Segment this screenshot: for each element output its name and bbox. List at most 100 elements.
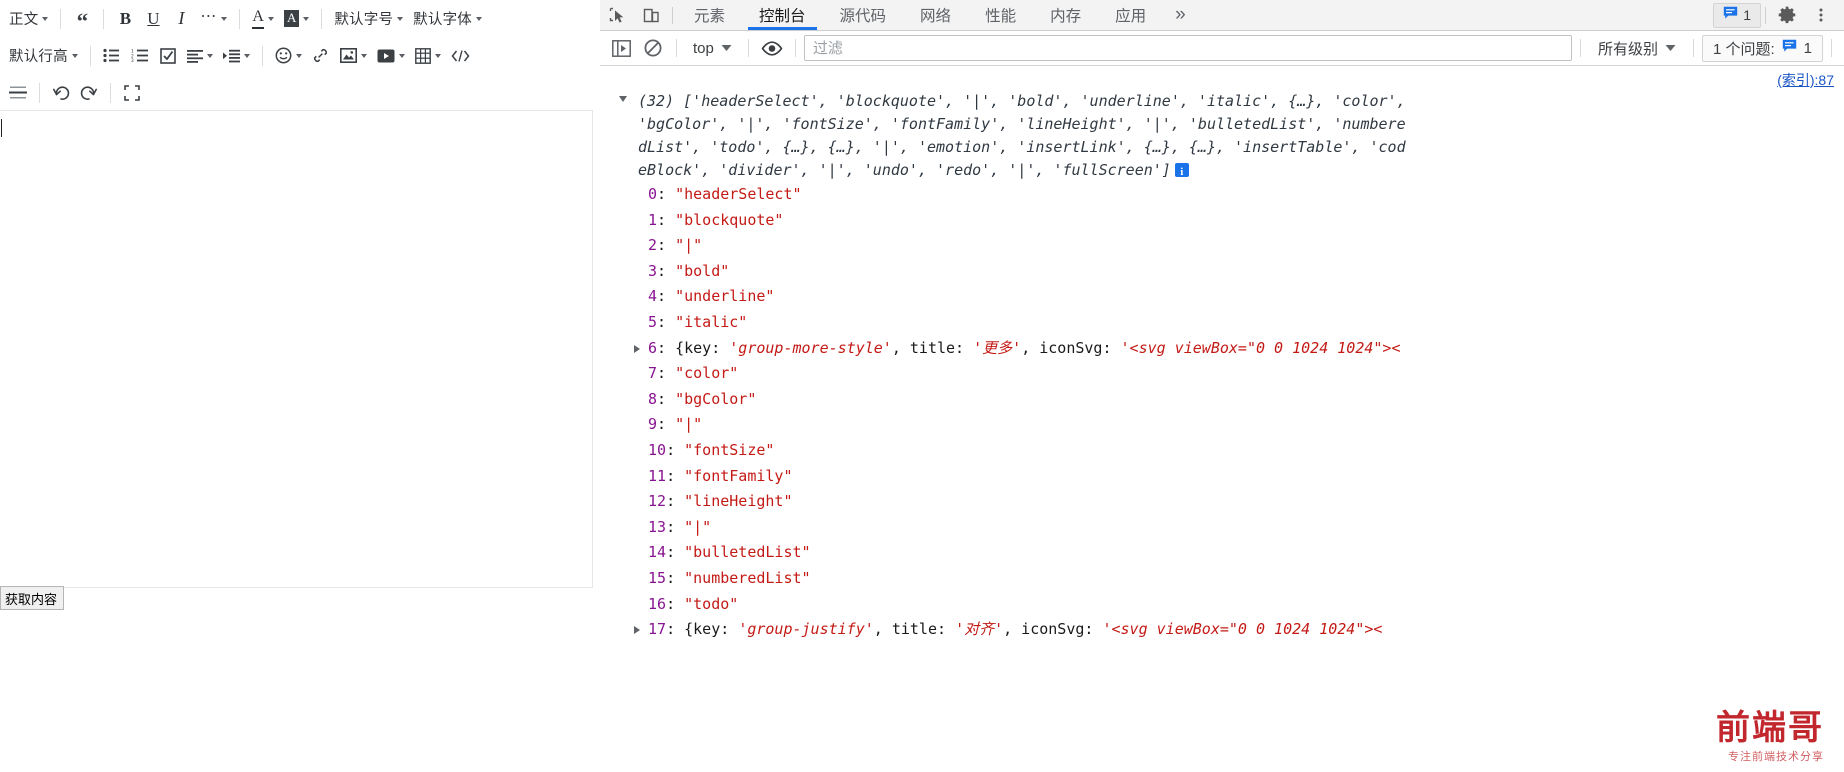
line-height-label: 默认行高 [9, 49, 68, 65]
array-entry-row[interactable]: 10: "fontSize" [600, 438, 1844, 464]
array-entry-row[interactable]: 12: "lineHeight" [600, 489, 1844, 515]
console-toolbar-separator [747, 39, 749, 57]
chevron-down-icon [475, 16, 482, 21]
entry-index: 10 [648, 440, 667, 459]
redo-button[interactable] [75, 78, 103, 108]
entry-index: 4 [648, 287, 658, 306]
tab-network[interactable]: 网络 [903, 0, 968, 30]
array-entry-row[interactable]: 5: "italic" [600, 310, 1844, 336]
line-height-select[interactable]: 默认行高 [4, 41, 83, 71]
divider-button[interactable] [4, 78, 32, 108]
clear-console-button[interactable] [638, 34, 668, 62]
entry-index: 11 [648, 466, 667, 485]
indent-button[interactable] [218, 41, 255, 71]
issues-counter-button[interactable]: 1 [1713, 2, 1761, 28]
tab-application-label: 应用 [1115, 8, 1147, 25]
image-icon [339, 48, 357, 63]
insert-table-button[interactable] [410, 41, 446, 71]
editor-toolbar-row-1: 正文 “ B U I ⋯ A A 默认字号 默认字体 [0, 0, 600, 37]
insert-video-button[interactable] [372, 41, 410, 71]
fullscreen-icon [124, 84, 140, 101]
array-entry-row[interactable]: 8: "bgColor" [600, 387, 1844, 413]
bold-button[interactable]: B [111, 4, 139, 34]
tab-sources[interactable]: 源代码 [823, 0, 904, 30]
tab-application[interactable]: 应用 [1098, 0, 1163, 30]
console-context-select[interactable]: top [685, 35, 740, 61]
fullscreen-button[interactable] [118, 78, 146, 108]
numbered-list-button[interactable]: 1 2 3 [126, 41, 154, 71]
toolbar-separator [89, 45, 91, 66]
insert-link-button[interactable] [307, 41, 335, 71]
array-entry-row[interactable]: 3: "bold" [600, 259, 1844, 285]
devtools-tabbar-right: 1 [1713, 0, 1844, 30]
more-style-button[interactable]: ⋯ [195, 4, 232, 34]
expand-arrow-icon[interactable] [634, 626, 640, 635]
font-size-select[interactable]: 默认字号 [329, 4, 408, 34]
text-cursor [1, 119, 2, 137]
entry-value: "blockquote" [675, 210, 784, 229]
bulleted-list-button[interactable] [98, 41, 126, 71]
array-entry-row[interactable]: 2: "|" [600, 233, 1844, 259]
issues-count: 1 [1743, 7, 1751, 23]
array-entry-row[interactable]: 13: "|" [600, 515, 1844, 541]
tab-performance[interactable]: 性能 [968, 0, 1033, 30]
undo-button[interactable] [47, 78, 75, 108]
console-toolbar-separator [794, 39, 796, 57]
underline-button[interactable]: U [139, 4, 167, 34]
array-entry-row[interactable]: 7: "color" [600, 361, 1844, 387]
tab-console[interactable]: 控制台 [742, 0, 823, 30]
tab-memory[interactable]: 内存 [1033, 0, 1098, 30]
code-block-button[interactable] [446, 41, 475, 71]
info-badge-icon[interactable] [1174, 161, 1189, 184]
todo-button[interactable] [154, 41, 182, 71]
header-select[interactable]: 正文 [4, 4, 53, 34]
array-entry-row[interactable]: 11: "fontFamily" [600, 464, 1844, 490]
more-tabs-button[interactable]: » [1163, 0, 1198, 30]
console-sidebar-toggle-button[interactable] [606, 34, 636, 62]
bold-icon: B [119, 8, 132, 28]
entry-object-svg: '<svg viewBox="0 0 1024 1024">< [1102, 620, 1383, 639]
array-entry-row[interactable]: 0: "headerSelect" [600, 182, 1844, 208]
inspect-element-button[interactable] [600, 0, 634, 31]
bulleted-list-icon [103, 48, 120, 63]
console-toolbar-separator [1692, 39, 1694, 57]
emotion-button[interactable] [270, 41, 307, 71]
console-output[interactable]: (索引):87 (32) ['headerSelect', 'blockquot… [600, 66, 1844, 772]
chevron-down-icon [243, 53, 250, 58]
tab-elements[interactable]: 元素 [677, 0, 742, 30]
array-entry-row[interactable]: 1: "blockquote" [600, 208, 1844, 234]
settings-gear-button[interactable] [1770, 0, 1804, 31]
console-issues-bar[interactable]: 1 个问题: 1 [1701, 34, 1823, 62]
array-property-list: 0: "headerSelect" 1: "blockquote" 2: "|"… [600, 182, 1844, 643]
console-filter-input[interactable] [803, 35, 1572, 61]
console-level-select[interactable]: 所有级别 [1589, 35, 1685, 61]
chevron-down-icon [721, 45, 732, 51]
background-color-button[interactable]: A [279, 4, 314, 34]
font-family-select[interactable]: 默认字体 [408, 4, 487, 34]
devtools-menu-button[interactable] [1804, 0, 1838, 31]
justify-button[interactable] [182, 41, 218, 71]
array-entry-row-object[interactable]: 17: {key: 'group-justify', title: '对齐', … [600, 617, 1844, 643]
live-expression-eye-button[interactable] [757, 34, 787, 62]
array-entry-row[interactable]: 4: "underline" [600, 284, 1844, 310]
editor-content-area[interactable] [0, 110, 593, 588]
array-entry-row[interactable]: 14: "bulletedList" [600, 540, 1844, 566]
font-color-button[interactable]: A [247, 4, 279, 34]
tab-performance-label: 性能 [985, 8, 1017, 25]
entry-value: "fontFamily" [684, 466, 793, 485]
array-entry-row[interactable]: 15: "numberedList" [600, 566, 1844, 592]
device-toolbar-button[interactable] [634, 0, 668, 31]
array-entry-row[interactable]: 9: "|" [600, 412, 1844, 438]
array-entry-row-object[interactable]: 6: {key: 'group-more-style', title: '更多'… [600, 336, 1844, 362]
numbered-list-icon: 1 2 3 [131, 48, 149, 63]
font-size-label: 默认字号 [334, 12, 394, 28]
expand-arrow-icon[interactable] [634, 344, 640, 353]
insert-image-button[interactable] [335, 41, 372, 71]
get-content-button[interactable]: 获取内容 [0, 586, 65, 610]
entry-value: "lineHeight" [684, 492, 793, 511]
array-entry-row[interactable]: 16: "todo" [600, 592, 1844, 618]
entry-index: 1 [648, 210, 658, 229]
entry-value: "italic" [675, 312, 748, 331]
italic-button[interactable]: I [167, 4, 195, 34]
blockquote-button[interactable]: “ [68, 4, 96, 34]
